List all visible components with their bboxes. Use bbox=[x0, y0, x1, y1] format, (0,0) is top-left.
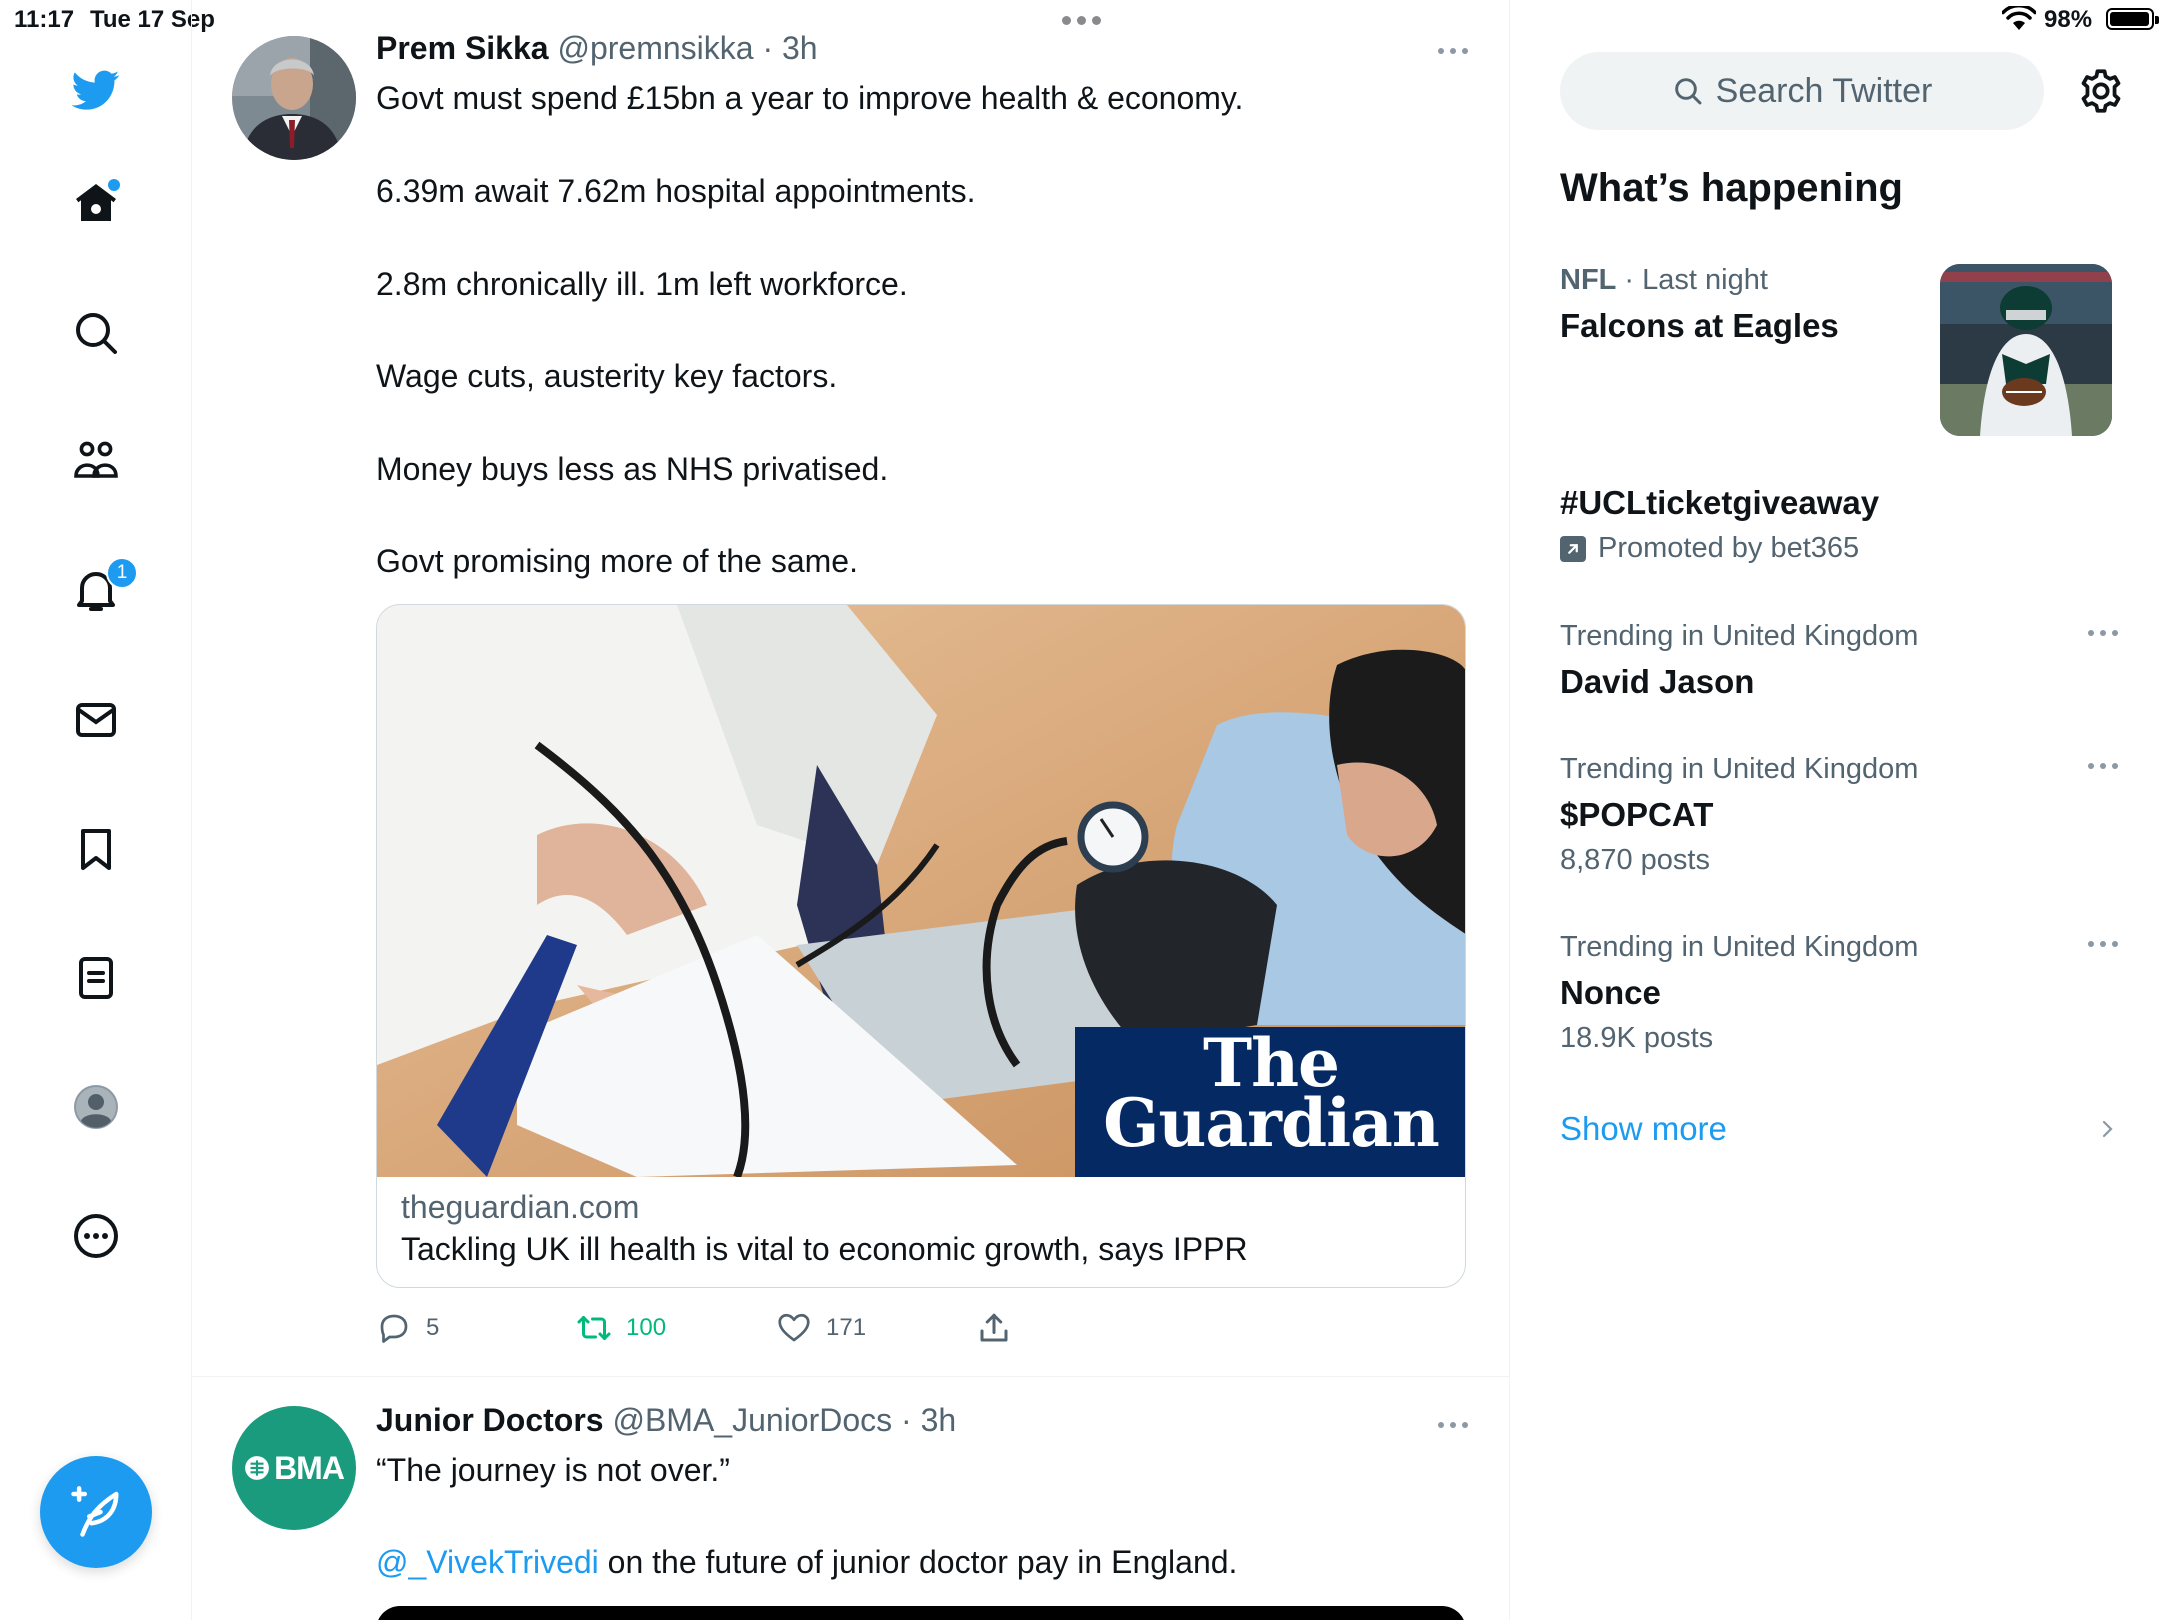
trend-item[interactable]: #UCLticketgiveaway Promoted by bet365 bbox=[1560, 484, 2120, 565]
tweet-more-icon[interactable] bbox=[1438, 48, 1470, 58]
compose-tweet-button[interactable] bbox=[40, 1456, 152, 1568]
bma-logo-icon bbox=[245, 1456, 269, 1480]
section-heading: What’s happening bbox=[1560, 166, 1903, 210]
communities-icon[interactable] bbox=[68, 434, 124, 490]
timeline: Prem Sikka @premnsikka · 3h Govt must sp… bbox=[192, 0, 1510, 1620]
tweet-more-icon[interactable] bbox=[1438, 1422, 1470, 1432]
guardian-logo: The Guardian bbox=[1075, 1027, 1465, 1177]
reply-icon bbox=[380, 1314, 408, 1343]
tweet-text-rest: on the future of junior doctor pay in En… bbox=[598, 1544, 1238, 1580]
trend-category: NFL bbox=[1560, 264, 1617, 296]
tweet-divider bbox=[192, 1376, 1509, 1377]
reply-count: 5 bbox=[426, 1314, 440, 1341]
tweet-text-line: Wage cuts, austerity key factors. bbox=[376, 358, 838, 394]
trend-more-icon[interactable] bbox=[2088, 941, 2120, 949]
guardian-logo-line: Guardian bbox=[1103, 1084, 1440, 1162]
trend-thumbnail[interactable] bbox=[1940, 264, 2112, 436]
tweet-author-name[interactable]: Junior Doctors bbox=[376, 1402, 604, 1438]
messages-icon[interactable] bbox=[68, 692, 124, 748]
left-navigation: 1 bbox=[0, 0, 192, 1620]
trend-item[interactable]: Trending in United Kingdom Nonce 18.9K p… bbox=[1560, 931, 2120, 1055]
tweet-text-line: 2.8m chronically ill. 1m left workforce. bbox=[376, 266, 908, 302]
link-card-domain: theguardian.com bbox=[401, 1189, 640, 1225]
trend-meta: Trending in United Kingdom bbox=[1560, 753, 1919, 785]
right-sidebar: Search Twitter What’s happening NFL · La… bbox=[1510, 0, 2160, 1620]
trend-item[interactable]: Trending in United Kingdom $POPCAT 8,870… bbox=[1560, 753, 2120, 877]
link-card[interactable]: The Guardian theguardian.com Tackling UK… bbox=[376, 604, 1466, 1288]
trend-more-icon[interactable] bbox=[2088, 763, 2120, 771]
trend-name: #UCLticketgiveaway bbox=[1560, 484, 1880, 521]
tweet-author-handle[interactable]: @premnsikka bbox=[557, 30, 753, 66]
link-card-image[interactable]: The Guardian bbox=[377, 605, 1465, 1177]
notifications-icon[interactable]: 1 bbox=[68, 557, 138, 619]
trend-name: $POPCAT bbox=[1560, 796, 1714, 833]
tweet-avatar[interactable]: BMA bbox=[232, 1406, 356, 1530]
search-bar[interactable]: Search Twitter bbox=[1560, 52, 2044, 130]
trend-post-count: 8,870 posts bbox=[1560, 844, 1710, 876]
profile-avatar-icon[interactable] bbox=[68, 1079, 124, 1135]
tweet-text-line: Money buys less as NHS privatised. bbox=[376, 451, 889, 487]
compose-feather-icon bbox=[71, 1486, 119, 1537]
promoted-by-text: Promoted by bet365 bbox=[1598, 532, 1860, 564]
chevron-right-icon[interactable] bbox=[2096, 1114, 2120, 1144]
trend-name: Nonce bbox=[1560, 974, 1661, 1011]
trend-meta-time: · Last night bbox=[1616, 264, 1768, 296]
tweet-author-name[interactable]: Prem Sikka bbox=[376, 30, 549, 66]
more-icon[interactable] bbox=[68, 1208, 124, 1264]
search-icon bbox=[1674, 78, 1702, 105]
notifications-badge: 1 bbox=[106, 557, 138, 589]
retweet-count: 100 bbox=[626, 1314, 667, 1341]
home-icon[interactable] bbox=[68, 175, 124, 231]
like-button[interactable]: 171 bbox=[776, 1310, 866, 1346]
heart-icon bbox=[778, 1313, 810, 1342]
like-count: 171 bbox=[826, 1314, 867, 1341]
tweet-time[interactable]: · 3h bbox=[762, 30, 817, 66]
tweet-media-preview[interactable] bbox=[376, 1606, 1466, 1620]
retweet-icon bbox=[577, 1316, 611, 1340]
search-icon[interactable] bbox=[68, 305, 124, 361]
trend-meta: Trending in United Kingdom bbox=[1560, 620, 1919, 652]
tweet-text-line: 6.39m await 7.62m hospital appointments. bbox=[376, 173, 976, 209]
share-button[interactable] bbox=[976, 1310, 1012, 1346]
tweet-mention-link[interactable]: @_VivekTrivedi bbox=[376, 1544, 599, 1580]
tweet-text-line: Govt must spend £15bn a year to improve … bbox=[376, 80, 1244, 116]
trend-item[interactable]: Trending in United Kingdom David Jason bbox=[1560, 620, 2120, 701]
tweet-header: Prem Sikka @premnsikka · 3h bbox=[376, 30, 818, 67]
tweet-author-handle[interactable]: @BMA_JuniorDocs bbox=[612, 1402, 892, 1438]
bma-avatar-text: BMA bbox=[274, 1449, 345, 1486]
promoted-arrow-icon bbox=[1560, 535, 1586, 562]
home-unread-dot bbox=[108, 179, 120, 191]
trend-name: David Jason bbox=[1560, 663, 1755, 700]
search-placeholder: Search Twitter bbox=[1715, 71, 1933, 110]
reply-button[interactable]: 5 bbox=[376, 1310, 439, 1346]
tweet-avatar[interactable] bbox=[232, 36, 356, 160]
twitter-logo-icon[interactable] bbox=[68, 62, 124, 118]
link-card-title: Tackling UK ill health is vital to econo… bbox=[401, 1231, 1248, 1267]
tweet-text-line: “The journey is not over.” bbox=[376, 1452, 730, 1488]
gear-icon[interactable] bbox=[2076, 66, 2126, 116]
trend-meta: Trending in United Kingdom bbox=[1560, 931, 1919, 963]
promoted-label: Promoted by bet365 bbox=[1560, 532, 2120, 565]
tweet-text-line: @_VivekTrivedi on the future of junior d… bbox=[376, 1544, 1237, 1581]
share-icon bbox=[980, 1313, 1008, 1342]
tweet-header: Junior Doctors @BMA_JuniorDocs · 3h bbox=[376, 1402, 956, 1439]
lists-icon[interactable] bbox=[68, 950, 124, 1006]
bookmarks-icon[interactable] bbox=[68, 821, 124, 877]
retweet-button[interactable]: 100 bbox=[576, 1310, 666, 1346]
trend-more-icon[interactable] bbox=[2088, 630, 2120, 638]
tweet-time[interactable]: · 3h bbox=[901, 1402, 956, 1438]
show-more-link[interactable]: Show more bbox=[1560, 1110, 1727, 1148]
trend-post-count: 18.9K posts bbox=[1560, 1022, 1714, 1054]
tweet-text-line: Govt promising more of the same. bbox=[376, 543, 858, 579]
